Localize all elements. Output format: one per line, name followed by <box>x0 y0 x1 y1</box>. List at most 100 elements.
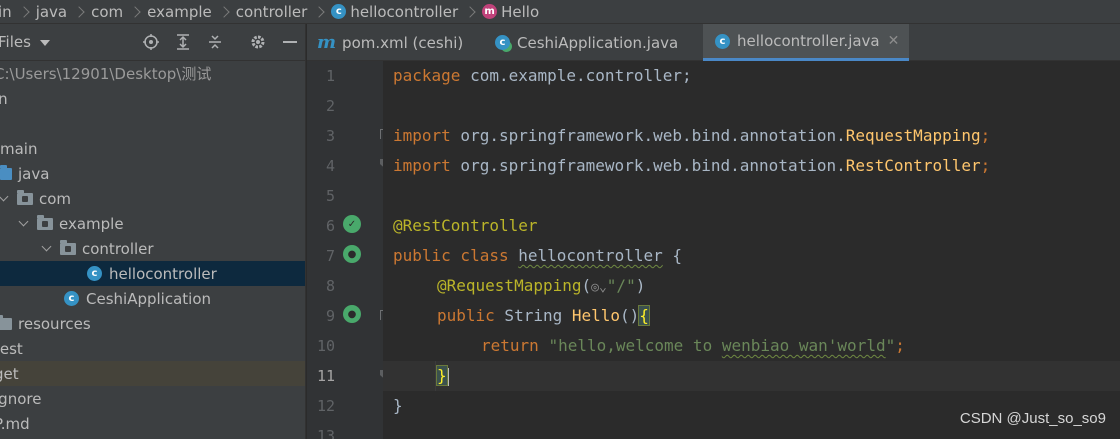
breadcrumb-label: in <box>0 2 12 21</box>
line-number: 1 <box>325 67 335 85</box>
line-number-current: 11 <box>316 367 335 385</box>
maven-icon: m <box>317 32 337 53</box>
dropdown-arrow-icon[interactable] <box>40 40 50 46</box>
tree-item-label: example <box>59 214 124 233</box>
tree-item-label: CeshiApplication <box>86 289 212 308</box>
watermark: CSDN @Just_so_so9 <box>959 410 1106 427</box>
breadcrumb-item-in[interactable]: in <box>0 3 12 21</box>
expand-all-icon[interactable] <box>174 33 192 51</box>
tree-item-main[interactable]: main <box>0 136 305 161</box>
tab-hellocontroller[interactable]: c hellocontroller.java ✕ <box>703 24 910 61</box>
line-number: 5 <box>325 187 335 205</box>
collapse-all-icon[interactable] <box>206 33 224 51</box>
code-line-10: return "hello,welcome to wenbiao wan'wor… <box>481 336 905 355</box>
breadcrumb: in java com example controller chellocon… <box>0 0 1120 24</box>
chevron-right-icon <box>18 5 30 18</box>
chevron-down-icon[interactable] <box>18 216 29 227</box>
gear-icon[interactable] <box>249 33 267 51</box>
spring-class-icon: c <box>495 35 510 50</box>
method-icon: m <box>482 4 498 19</box>
project-panel: Files C:\Users\12901\Desktop\测试 in main … <box>0 24 306 439</box>
tree-item-ceshiapplication[interactable]: c CeshiApplication <box>0 286 305 311</box>
tree-item-help-md[interactable]: P.md <box>0 411 305 436</box>
class-icon: c <box>87 266 102 281</box>
tree-item-label: C:\Users\12901\Desktop\测试 <box>0 65 212 83</box>
breadcrumb-label: java <box>35 2 68 21</box>
editor-gutter: 1 2 3 4 5 6 7 8 9 10 11 12 13 ✓ ● ● <box>307 61 391 439</box>
breadcrumb-label: Hello <box>501 2 540 21</box>
breadcrumb-item-com[interactable]: com <box>91 3 123 21</box>
line-number: 3 <box>325 127 335 145</box>
tree-item-label: in <box>0 90 8 108</box>
editor-tab-bar: m pom.xml (ceshi) c CeshiApplication.jav… <box>307 24 1120 61</box>
tree-item-project-root[interactable]: C:\Users\12901\Desktop\测试 <box>0 61 305 86</box>
tree-item-resources[interactable]: resources <box>0 311 305 336</box>
tree-item-label: get <box>0 364 19 383</box>
tree-item-label: P.md <box>0 414 30 433</box>
code-line-11: } <box>436 365 449 386</box>
tree-item-hellocontroller[interactable]: c hellocontroller <box>0 261 305 286</box>
line-number: 6 <box>325 217 335 235</box>
tree-item-test[interactable]: test <box>0 336 305 361</box>
tree-item-label: resources <box>18 314 91 333</box>
line-number: 9 <box>325 307 335 325</box>
panel-view-selector[interactable]: Files <box>0 33 31 51</box>
panel-toolbar: Files <box>0 24 305 61</box>
tab-ceshiapplication[interactable]: c CeshiApplication.java <box>495 24 678 61</box>
text-caret <box>446 367 449 386</box>
package-icon <box>37 214 53 230</box>
line-number: 7 <box>325 247 335 265</box>
tree-item-controller[interactable]: controller <box>0 236 305 261</box>
tree-item-label: test <box>0 339 23 358</box>
source-folder-icon <box>0 164 12 180</box>
code-line-4: import org.springframework.web.bind.anno… <box>393 156 991 175</box>
line-number: 12 <box>316 397 335 415</box>
tab-label: CeshiApplication.java <box>517 33 679 52</box>
line-number: 4 <box>325 157 335 175</box>
class-icon: c <box>331 4 347 19</box>
tree-item-target[interactable]: get <box>0 361 305 386</box>
line-number: 2 <box>325 97 335 115</box>
chevron-down-icon[interactable] <box>0 191 9 202</box>
tab-pom-xml[interactable]: m pom.xml (ceshi) <box>317 24 463 61</box>
tab-label: pom.xml (ceshi) <box>342 33 464 52</box>
code-line-12: } <box>393 396 403 415</box>
close-icon[interactable]: ✕ <box>888 33 900 49</box>
code-line-6: @RestController <box>393 216 538 235</box>
chevron-right-icon <box>129 5 141 18</box>
code-line-9: public String Hello(){ <box>437 305 650 326</box>
tree-item-java[interactable]: java <box>0 161 305 186</box>
code-line-1: package com.example.controller; <box>393 66 692 85</box>
tree-item-com[interactable]: com <box>0 186 305 211</box>
tab-label: hellocontroller.java <box>737 32 880 50</box>
chevron-right-icon <box>218 5 230 18</box>
tree-item-example[interactable]: example <box>0 211 305 236</box>
breadcrumb-label: hellocontroller <box>350 2 459 21</box>
breadcrumb-label: com <box>91 2 124 21</box>
breadcrumb-item-example[interactable]: example <box>147 3 212 21</box>
breadcrumb-item-hello[interactable]: m Hello <box>482 3 539 21</box>
line-number: 8 <box>325 277 335 295</box>
spring-bean-icon[interactable]: ✓ <box>343 215 361 233</box>
spring-web-icon[interactable]: ● <box>343 245 361 263</box>
code-editor[interactable]: package com.example.controller; import o… <box>383 61 1120 439</box>
chevron-right-icon <box>73 5 85 18</box>
resources-folder-icon <box>0 314 12 330</box>
breadcrumb-item-hellocontroller[interactable]: c hellocontroller <box>331 3 458 21</box>
class-icon: c <box>715 33 730 49</box>
tree-item-label: hellocontroller <box>109 264 217 283</box>
web-endpoint-hint-icon: ◎⌄ <box>591 280 607 295</box>
tree-item-in[interactable]: in <box>0 86 305 111</box>
breadcrumb-label: example <box>147 2 212 21</box>
chevron-down-icon[interactable] <box>41 241 52 252</box>
spring-web-icon[interactable]: ● <box>343 305 361 323</box>
code-line-7: public class hellocontroller { <box>393 246 682 265</box>
breadcrumb-item-controller[interactable]: controller <box>236 3 308 21</box>
indent-guide <box>435 361 436 391</box>
package-icon <box>17 189 33 205</box>
breadcrumb-item-java[interactable]: java <box>36 3 67 21</box>
tree-item-gitignore[interactable]: ignore <box>0 386 305 411</box>
minimize-icon[interactable] <box>281 33 299 51</box>
locate-icon[interactable] <box>142 33 160 51</box>
tree-item-label: java <box>18 164 50 183</box>
